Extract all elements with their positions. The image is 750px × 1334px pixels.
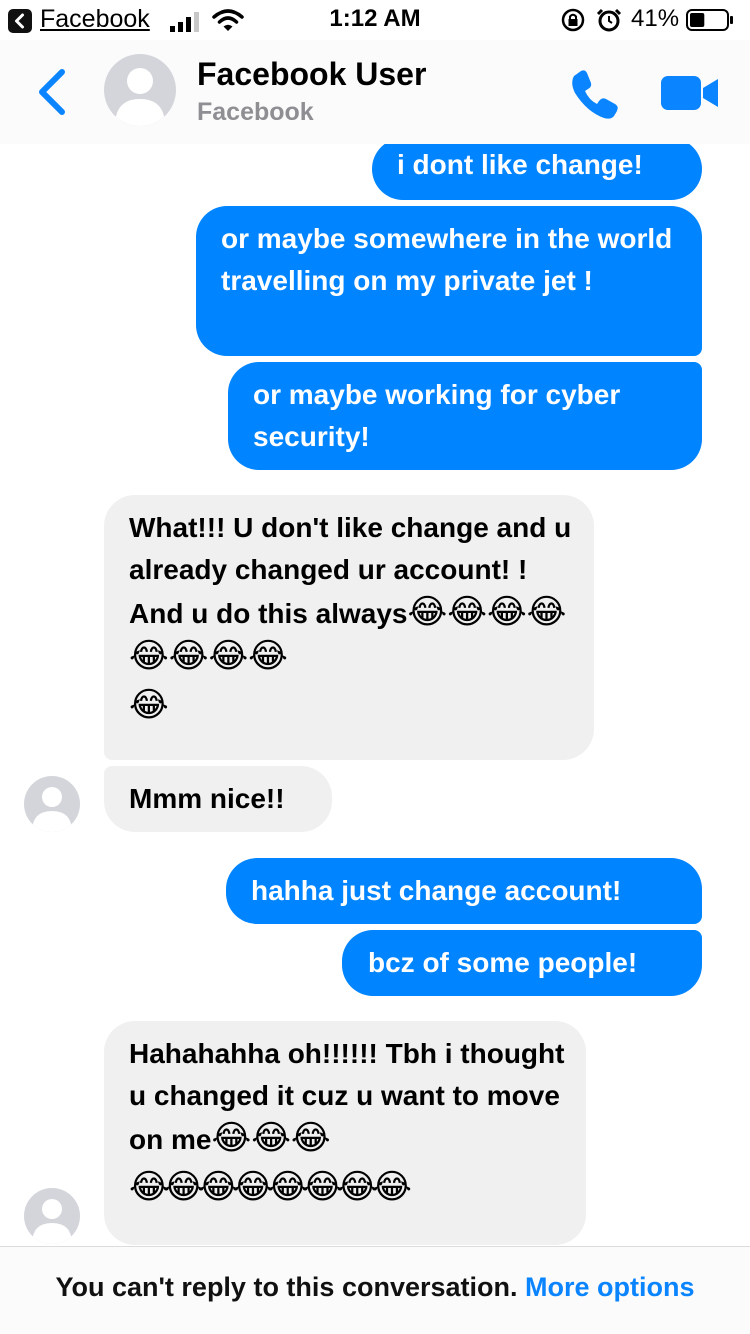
sender-avatar[interactable] <box>24 776 80 832</box>
battery-icon <box>686 9 733 31</box>
default-avatar-icon <box>115 68 165 126</box>
sender-avatar[interactable] <box>24 1188 80 1244</box>
message-text: or maybe working for cyber security! <box>253 379 621 452</box>
message-list[interactable]: i dont like change! or maybe somewhere i… <box>0 144 750 1246</box>
message-text: bcz of some people! <box>368 947 638 978</box>
reply-disabled-footer: You can't reply to this conversation. Mo… <box>0 1246 750 1334</box>
more-options-link[interactable]: More options <box>525 1272 695 1302</box>
incoming-message[interactable]: What!!! U don't like change and u alread… <box>104 495 594 760</box>
outgoing-message[interactable]: hahha just change account! <box>226 858 702 924</box>
message-text: hahha just change account! <box>251 875 622 906</box>
default-avatar-icon <box>32 1199 72 1244</box>
incoming-message[interactable]: Mmm nice!! <box>104 766 332 832</box>
incoming-message[interactable]: Hahahahha oh!!!!!! Tbh i thought u chang… <box>104 1021 586 1245</box>
battery-percent: 41% <box>631 5 680 32</box>
message-text: or maybe somewhere in the world travelli… <box>221 223 673 296</box>
default-avatar-icon <box>32 787 72 832</box>
alarm-icon <box>596 8 622 32</box>
message-text: Hahahahha oh!!!!!! Tbh i thought u chang… <box>129 1038 565 1155</box>
conversation-header: Facebook User Facebook <box>0 40 750 144</box>
avatar[interactable] <box>104 54 176 126</box>
outgoing-message[interactable]: bcz of some people! <box>342 930 702 996</box>
video-camera-icon[interactable] <box>660 70 720 116</box>
laughing-emoji-group: 😂😂😂 <box>211 1118 331 1158</box>
phone-icon[interactable] <box>566 66 622 122</box>
contact-subtitle: Facebook <box>197 98 314 126</box>
rotation-lock-icon <box>561 8 585 32</box>
status-bar: Facebook 1:12 AM 41% <box>0 0 750 40</box>
outgoing-message[interactable]: or maybe somewhere in the world travelli… <box>196 206 702 356</box>
outgoing-message[interactable]: i dont like change! <box>372 144 702 200</box>
laughing-emoji-group: 😂 <box>129 685 169 725</box>
reply-disabled-text: You can't reply to this conversation. <box>55 1272 525 1302</box>
contact-name[interactable]: Facebook User <box>197 56 426 93</box>
laughing-emoji-group: 😂😂😂😂😂😂😂😂 <box>129 1167 412 1207</box>
outgoing-message[interactable]: or maybe working for cyber security! <box>228 362 702 470</box>
back-chevron-icon[interactable] <box>34 66 70 118</box>
message-text: i dont like change! <box>397 149 643 180</box>
message-text: Mmm nice!! <box>129 783 285 814</box>
